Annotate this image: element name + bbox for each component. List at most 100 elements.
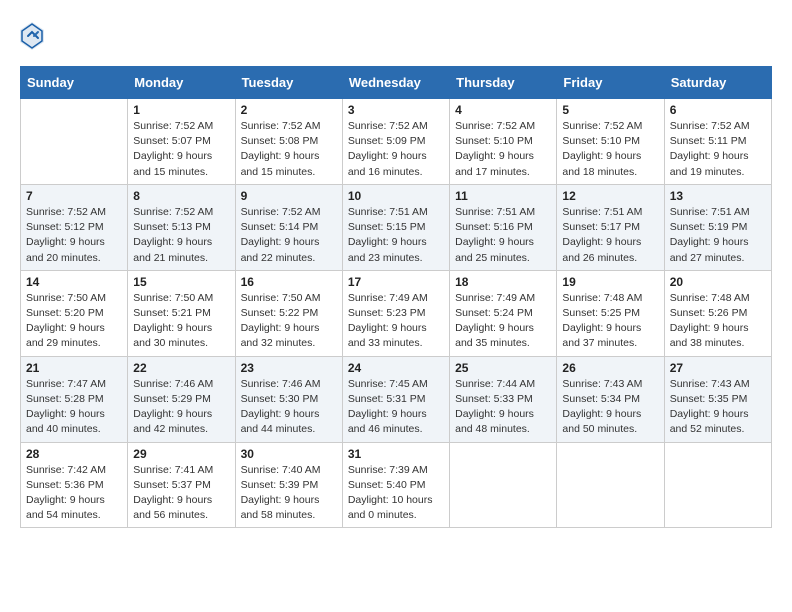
calendar-cell: 1 Sunrise: 7:52 AMSunset: 5:07 PMDaylight… (128, 99, 235, 185)
day-number: 29 (133, 447, 229, 461)
calendar-cell: 8 Sunrise: 7:52 AMSunset: 5:13 PMDaylight… (128, 184, 235, 270)
weekday-header-row: SundayMondayTuesdayWednesdayThursdayFrid… (21, 67, 772, 99)
day-info: Sunrise: 7:52 AMSunset: 5:13 PMDaylight:… (133, 205, 229, 266)
logo (20, 20, 48, 50)
calendar-cell: 29 Sunrise: 7:41 AMSunset: 5:37 PMDayligh… (128, 442, 235, 528)
day-info: Sunrise: 7:52 AMSunset: 5:08 PMDaylight:… (241, 119, 337, 180)
day-number: 6 (670, 103, 766, 117)
calendar-cell: 4 Sunrise: 7:52 AMSunset: 5:10 PMDaylight… (450, 99, 557, 185)
calendar-cell: 30 Sunrise: 7:40 AMSunset: 5:39 PMDayligh… (235, 442, 342, 528)
day-info: Sunrise: 7:46 AMSunset: 5:29 PMDaylight:… (133, 377, 229, 438)
calendar-cell: 15Sunrise: 7:50 AMSunset: 5:21 PMDayligh… (128, 270, 235, 356)
week-row-1: 7 Sunrise: 7:52 AMSunset: 5:12 PMDaylight… (21, 184, 772, 270)
calendar-cell: 28 Sunrise: 7:42 AMSunset: 5:36 PMDayligh… (21, 442, 128, 528)
day-info: Sunrise: 7:39 AMSunset: 5:40 PMDaylight:… (348, 463, 444, 524)
day-number: 26 (562, 361, 658, 375)
calendar-cell (21, 99, 128, 185)
calendar-cell: 10 Sunrise: 7:51 AMSunset: 5:15 PMDayligh… (342, 184, 449, 270)
day-number: 8 (133, 189, 229, 203)
day-info: Sunrise: 7:43 AMSunset: 5:34 PMDaylight:… (562, 377, 658, 438)
day-number: 11 (455, 189, 551, 203)
day-info: Sunrise: 7:48 AMSunset: 5:26 PMDaylight:… (670, 291, 766, 352)
calendar-cell: 9 Sunrise: 7:52 AMSunset: 5:14 PMDaylight… (235, 184, 342, 270)
day-number: 20 (670, 275, 766, 289)
week-row-0: 1 Sunrise: 7:52 AMSunset: 5:07 PMDaylight… (21, 99, 772, 185)
day-number: 27 (670, 361, 766, 375)
calendar-cell: 20 Sunrise: 7:48 AMSunset: 5:26 PMDayligh… (664, 270, 771, 356)
day-info: Sunrise: 7:52 AMSunset: 5:07 PMDaylight:… (133, 119, 229, 180)
day-number: 3 (348, 103, 444, 117)
calendar-cell: 18 Sunrise: 7:49 AMSunset: 5:24 PMDayligh… (450, 270, 557, 356)
day-number: 22 (133, 361, 229, 375)
weekday-header-sunday: Sunday (21, 67, 128, 99)
day-info: Sunrise: 7:52 AMSunset: 5:09 PMDaylight:… (348, 119, 444, 180)
day-number: 24 (348, 361, 444, 375)
calendar-cell: 13 Sunrise: 7:51 AMSunset: 5:19 PMDayligh… (664, 184, 771, 270)
weekday-header-saturday: Saturday (664, 67, 771, 99)
day-number: 4 (455, 103, 551, 117)
day-info: Sunrise: 7:41 AMSunset: 5:37 PMDaylight:… (133, 463, 229, 524)
calendar-cell: 27 Sunrise: 7:43 AMSunset: 5:35 PMDayligh… (664, 356, 771, 442)
calendar-cell: 19 Sunrise: 7:48 AMSunset: 5:25 PMDayligh… (557, 270, 664, 356)
day-info: Sunrise: 7:50 AMSunset: 5:22 PMDaylight:… (241, 291, 337, 352)
week-row-2: 14Sunrise: 7:50 AMSunset: 5:20 PMDayligh… (21, 270, 772, 356)
day-info: Sunrise: 7:48 AMSunset: 5:25 PMDaylight:… (562, 291, 658, 352)
calendar-cell: 5Sunrise: 7:52 AMSunset: 5:10 PMDaylight… (557, 99, 664, 185)
day-info: Sunrise: 7:47 AMSunset: 5:28 PMDaylight:… (26, 377, 122, 438)
day-number: 12 (562, 189, 658, 203)
calendar-cell (450, 442, 557, 528)
week-row-3: 21 Sunrise: 7:47 AMSunset: 5:28 PMDayligh… (21, 356, 772, 442)
day-info: Sunrise: 7:52 AMSunset: 5:11 PMDaylight:… (670, 119, 766, 180)
day-number: 5 (562, 103, 658, 117)
day-number: 21 (26, 361, 122, 375)
calendar-cell: 11 Sunrise: 7:51 AMSunset: 5:16 PMDayligh… (450, 184, 557, 270)
day-number: 13 (670, 189, 766, 203)
weekday-header-friday: Friday (557, 67, 664, 99)
day-info: Sunrise: 7:42 AMSunset: 5:36 PMDaylight:… (26, 463, 122, 524)
calendar-cell: 3 Sunrise: 7:52 AMSunset: 5:09 PMDaylight… (342, 99, 449, 185)
page-header (20, 20, 772, 50)
day-number: 28 (26, 447, 122, 461)
weekday-header-tuesday: Tuesday (235, 67, 342, 99)
week-row-4: 28 Sunrise: 7:42 AMSunset: 5:36 PMDayligh… (21, 442, 772, 528)
general-blue-icon (20, 22, 44, 50)
calendar-cell: 17 Sunrise: 7:49 AMSunset: 5:23 PMDayligh… (342, 270, 449, 356)
calendar-cell (664, 442, 771, 528)
weekday-header-monday: Monday (128, 67, 235, 99)
calendar-cell: 26 Sunrise: 7:43 AMSunset: 5:34 PMDayligh… (557, 356, 664, 442)
day-info: Sunrise: 7:49 AMSunset: 5:24 PMDaylight:… (455, 291, 551, 352)
day-info: Sunrise: 7:40 AMSunset: 5:39 PMDaylight:… (241, 463, 337, 524)
calendar-cell: 2 Sunrise: 7:52 AMSunset: 5:08 PMDaylight… (235, 99, 342, 185)
calendar-table: SundayMondayTuesdayWednesdayThursdayFrid… (20, 66, 772, 528)
calendar-cell: 31 Sunrise: 7:39 AMSunset: 5:40 PMDayligh… (342, 442, 449, 528)
day-number: 23 (241, 361, 337, 375)
day-number: 31 (348, 447, 444, 461)
day-number: 30 (241, 447, 337, 461)
day-number: 18 (455, 275, 551, 289)
calendar-cell: 16Sunrise: 7:50 AMSunset: 5:22 PMDayligh… (235, 270, 342, 356)
day-number: 9 (241, 189, 337, 203)
day-number: 7 (26, 189, 122, 203)
day-info: Sunrise: 7:51 AMSunset: 5:16 PMDaylight:… (455, 205, 551, 266)
day-number: 15 (133, 275, 229, 289)
day-info: Sunrise: 7:43 AMSunset: 5:35 PMDaylight:… (670, 377, 766, 438)
day-info: Sunrise: 7:52 AMSunset: 5:12 PMDaylight:… (26, 205, 122, 266)
day-number: 19 (562, 275, 658, 289)
day-info: Sunrise: 7:51 AMSunset: 5:15 PMDaylight:… (348, 205, 444, 266)
day-number: 25 (455, 361, 551, 375)
calendar-cell (557, 442, 664, 528)
day-info: Sunrise: 7:52 AMSunset: 5:14 PMDaylight:… (241, 205, 337, 266)
day-info: Sunrise: 7:52 AMSunset: 5:10 PMDaylight:… (455, 119, 551, 180)
day-info: Sunrise: 7:51 AMSunset: 5:19 PMDaylight:… (670, 205, 766, 266)
calendar-cell: 22 Sunrise: 7:46 AMSunset: 5:29 PMDayligh… (128, 356, 235, 442)
calendar-cell: 23 Sunrise: 7:46 AMSunset: 5:30 PMDayligh… (235, 356, 342, 442)
day-number: 2 (241, 103, 337, 117)
day-info: Sunrise: 7:51 AMSunset: 5:17 PMDaylight:… (562, 205, 658, 266)
calendar-cell: 24Sunrise: 7:45 AMSunset: 5:31 PMDayligh… (342, 356, 449, 442)
day-number: 17 (348, 275, 444, 289)
day-info: Sunrise: 7:49 AMSunset: 5:23 PMDaylight:… (348, 291, 444, 352)
day-info: Sunrise: 7:46 AMSunset: 5:30 PMDaylight:… (241, 377, 337, 438)
day-number: 1 (133, 103, 229, 117)
calendar-cell: 21 Sunrise: 7:47 AMSunset: 5:28 PMDayligh… (21, 356, 128, 442)
day-number: 10 (348, 189, 444, 203)
